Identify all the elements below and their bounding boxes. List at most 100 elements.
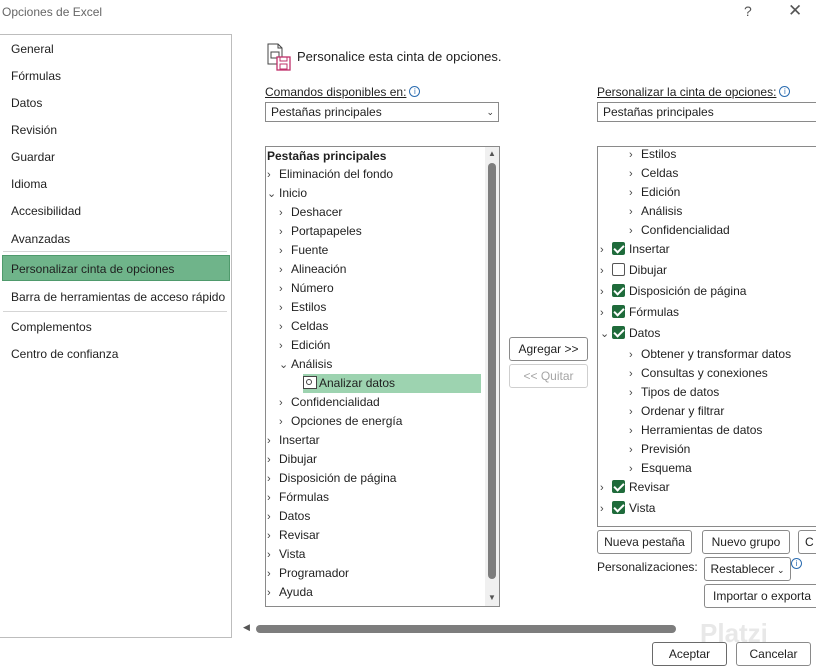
nav-item-personalizar-cinta[interactable]: Personalizar cinta de opciones bbox=[2, 255, 230, 281]
tree-item[interactable]: › Esquema bbox=[629, 459, 692, 478]
chevron-right-icon[interactable]: › bbox=[267, 451, 279, 470]
tab-checkbox[interactable] bbox=[612, 305, 625, 318]
list-item[interactable]: › Fórmulas bbox=[267, 488, 329, 507]
chevron-right-icon[interactable]: › bbox=[267, 166, 279, 185]
list-item[interactable]: › Número bbox=[279, 279, 334, 298]
list-item[interactable]: › Confidencialidad bbox=[279, 393, 380, 412]
list-item[interactable]: › Datos bbox=[267, 507, 310, 526]
chevron-right-icon[interactable]: › bbox=[267, 527, 279, 546]
help-button[interactable]: ? bbox=[744, 3, 752, 19]
chevron-right-icon[interactable]: › bbox=[629, 203, 641, 222]
commands-list-scrollbar[interactable]: ▲ ▼ bbox=[485, 147, 499, 606]
nav-item-datos[interactable]: Datos bbox=[0, 90, 231, 116]
nav-item-formulas[interactable]: Fórmulas bbox=[0, 63, 231, 89]
tab-checkbox[interactable] bbox=[612, 242, 625, 255]
tab-checkbox[interactable] bbox=[612, 326, 625, 339]
list-item[interactable]: › Revisar bbox=[267, 526, 320, 545]
info-icon[interactable]: i bbox=[779, 86, 791, 97]
chevron-right-icon[interactable]: › bbox=[279, 394, 291, 413]
close-button[interactable]: ✕ bbox=[788, 1, 802, 21]
tree-item[interactable]: › Previsión bbox=[629, 440, 690, 459]
nav-item-idioma[interactable]: Idioma bbox=[0, 171, 231, 197]
nav-item-complementos[interactable]: Complementos bbox=[0, 314, 231, 340]
tree-item[interactable]: › Ordenar y filtrar bbox=[629, 402, 724, 421]
commands-list[interactable]: Pestañas principales › Eliminación del fo… bbox=[265, 146, 500, 607]
tree-item[interactable]: › Análisis bbox=[629, 202, 682, 221]
scrollbar-thumb[interactable] bbox=[488, 163, 496, 579]
new-tab-button[interactable]: Nueva pestaña bbox=[597, 530, 692, 554]
chevron-right-icon[interactable]: › bbox=[279, 299, 291, 318]
tree-item[interactable]: ⌄ Datos bbox=[600, 324, 660, 343]
tree-item[interactable]: › Revisar bbox=[600, 478, 670, 497]
list-item[interactable]: › Disposición de página bbox=[267, 469, 396, 488]
chevron-right-icon[interactable]: › bbox=[600, 479, 612, 498]
list-item[interactable]: › Celdas bbox=[279, 317, 328, 336]
tab-checkbox[interactable] bbox=[612, 501, 625, 514]
ribbon-tree[interactable]: › Estilos › Celdas › Edición › Análisis › Con… bbox=[597, 146, 816, 527]
nav-item-centro-confianza[interactable]: Centro de confianza bbox=[0, 341, 231, 367]
tree-item[interactable]: › Tipos de datos bbox=[629, 383, 719, 402]
list-item[interactable]: › Deshacer bbox=[279, 203, 342, 222]
chevron-right-icon[interactable]: › bbox=[600, 500, 612, 519]
chevron-right-icon[interactable]: › bbox=[279, 337, 291, 356]
add-button[interactable]: Agregar >> bbox=[509, 337, 588, 361]
info-icon[interactable]: i bbox=[409, 86, 421, 97]
nav-item-revision[interactable]: Revisión bbox=[0, 117, 231, 143]
chevron-right-icon[interactable]: › bbox=[600, 262, 612, 281]
chevron-right-icon[interactable]: › bbox=[629, 441, 641, 460]
ok-button[interactable]: Aceptar bbox=[652, 642, 727, 666]
chevron-right-icon[interactable]: › bbox=[267, 508, 279, 527]
tab-checkbox[interactable] bbox=[612, 480, 625, 493]
import-export-button[interactable]: Importar o exporta bbox=[704, 584, 816, 608]
list-item[interactable]: › Portapapeles bbox=[279, 222, 362, 241]
list-item[interactable]: › Ayuda bbox=[267, 583, 313, 602]
chevron-right-icon[interactable]: › bbox=[279, 204, 291, 223]
nav-item-guardar[interactable]: Guardar bbox=[0, 144, 231, 170]
chevron-right-icon[interactable]: › bbox=[267, 432, 279, 451]
nav-item-avanzadas[interactable]: Avanzadas bbox=[0, 226, 231, 252]
nav-item-general[interactable]: General bbox=[0, 36, 231, 62]
chevron-right-icon[interactable]: › bbox=[629, 403, 641, 422]
list-item[interactable]: › Alineación bbox=[279, 260, 346, 279]
list-item[interactable]: ⌄ Análisis bbox=[279, 355, 332, 374]
tab-checkbox[interactable] bbox=[612, 263, 625, 276]
chevron-right-icon[interactable]: › bbox=[600, 283, 612, 302]
list-item[interactable]: › Opciones de energía bbox=[279, 412, 402, 431]
list-item[interactable]: › Insertar bbox=[267, 431, 320, 450]
list-item[interactable]: › Dibujar bbox=[267, 450, 317, 469]
chevron-right-icon[interactable]: › bbox=[267, 489, 279, 508]
tree-item[interactable]: › Vista bbox=[600, 499, 655, 518]
list-item[interactable]: › Estilos bbox=[279, 298, 326, 317]
reset-dropdown-button[interactable]: Restablecer ⌄ bbox=[704, 557, 791, 581]
list-item[interactable]: › Vista bbox=[267, 545, 305, 564]
chevron-right-icon[interactable]: › bbox=[629, 460, 641, 479]
cancel-button[interactable]: Cancelar bbox=[736, 642, 811, 666]
scroll-up-icon[interactable]: ▲ bbox=[486, 149, 498, 158]
chevron-right-icon[interactable]: › bbox=[279, 280, 291, 299]
commands-source-select[interactable]: Pestañas principales ⌄ bbox=[265, 102, 499, 122]
chevron-right-icon[interactable]: › bbox=[279, 242, 291, 261]
ribbon-tabs-select[interactable]: Pestañas principales bbox=[597, 102, 816, 122]
tab-checkbox[interactable] bbox=[612, 284, 625, 297]
info-icon[interactable]: i bbox=[791, 558, 802, 569]
tree-item[interactable]: › Consultas y conexiones bbox=[629, 364, 768, 383]
rename-button[interactable]: C bbox=[798, 530, 816, 554]
chevron-right-icon[interactable]: › bbox=[600, 241, 612, 260]
tree-item[interactable]: › Celdas bbox=[629, 164, 678, 183]
list-item[interactable]: › Fuente bbox=[279, 241, 328, 260]
tree-item[interactable]: › Fórmulas bbox=[600, 303, 679, 322]
nav-item-barra-acceso-rapido[interactable]: Barra de herramientas de acceso rápido bbox=[0, 284, 231, 310]
list-item[interactable]: › Programador bbox=[267, 564, 349, 583]
list-item-selected[interactable]: Analizar datos bbox=[303, 374, 481, 393]
scroll-down-icon[interactable]: ▼ bbox=[486, 593, 498, 602]
chevron-right-icon[interactable]: › bbox=[279, 413, 291, 432]
chevron-down-icon[interactable]: ⌄ bbox=[267, 185, 279, 204]
tree-item[interactable]: › Disposición de página bbox=[600, 282, 746, 301]
chevron-right-icon[interactable]: › bbox=[629, 147, 641, 165]
chevron-right-icon[interactable]: › bbox=[267, 565, 279, 584]
list-item[interactable]: › Eliminación del fondo bbox=[267, 165, 393, 184]
chevron-right-icon[interactable]: › bbox=[629, 165, 641, 184]
new-group-button[interactable]: Nuevo grupo bbox=[702, 530, 790, 554]
tree-item[interactable]: › Confidencialidad bbox=[629, 221, 730, 240]
chevron-right-icon[interactable]: › bbox=[629, 184, 641, 203]
